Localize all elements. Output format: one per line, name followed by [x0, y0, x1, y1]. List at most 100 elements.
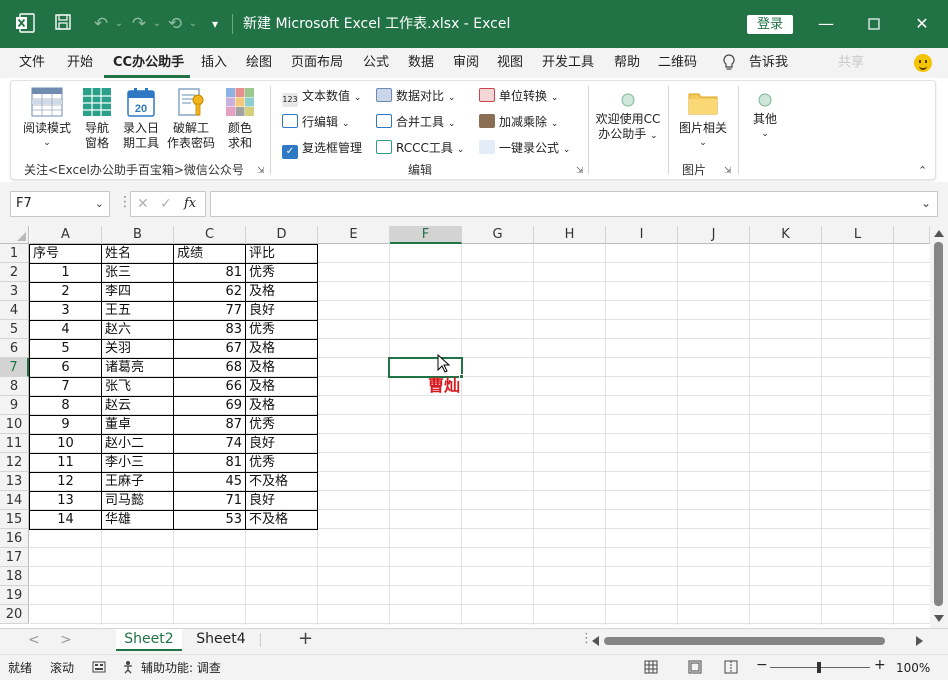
column-header-f[interactable]: F [390, 226, 462, 244]
unit-conversion-button[interactable]: 单位转换 ⌄ [479, 88, 558, 106]
table-cell-index[interactable]: 11 [30, 453, 101, 472]
row-header-5[interactable]: 5 [0, 320, 29, 339]
tab-review[interactable]: 审阅 [453, 55, 479, 71]
table-cell-name[interactable]: 张三 [102, 263, 173, 282]
date-entry-tool-button[interactable]: 20 录入日 期工具 [120, 86, 162, 151]
share-button[interactable]: 共享 [838, 55, 864, 71]
tab-home[interactable]: 开始 [67, 55, 93, 71]
tab-page-layout[interactable]: 页面布局 [291, 55, 343, 71]
row-header-4[interactable]: 4 [0, 301, 29, 320]
table-cell-name[interactable]: 王麻子 [102, 472, 173, 491]
prev-sheet-icon[interactable]: < [28, 630, 40, 650]
table-cell-rating[interactable]: 优秀 [246, 453, 317, 472]
column-header-i[interactable]: I [606, 226, 678, 244]
column-header-d[interactable]: D [246, 226, 318, 244]
format-dropdown-icon[interactable]: ⌄ [182, 13, 204, 35]
tab-developer[interactable]: 开发工具 [542, 55, 594, 71]
navigation-pane-button[interactable]: 导航 窗格 [80, 86, 114, 151]
table-cell-score[interactable]: 81 [174, 263, 245, 282]
table-cell-score[interactable]: 69 [174, 396, 245, 415]
table-cell-rating[interactable]: 及格 [246, 358, 317, 377]
table-cell-index[interactable]: 12 [30, 472, 101, 491]
table-cell-index[interactable]: 6 [30, 358, 101, 377]
table-cell-score[interactable]: 68 [174, 358, 245, 377]
table-cell-score[interactable]: 83 [174, 320, 245, 339]
data-compare-button[interactable]: 数据对比 ⌄ [376, 88, 455, 106]
table-cell-index[interactable]: 5 [30, 339, 101, 358]
row-header-17[interactable]: 17 [0, 548, 29, 567]
accessibility-icon[interactable] [122, 660, 136, 674]
one-click-formula-button[interactable]: 一键录公式 ⌄ [479, 140, 570, 158]
sheet-tab-sheet4[interactable]: Sheet4 [190, 629, 252, 651]
collapse-ribbon-icon[interactable]: ⌃ [918, 164, 927, 177]
table-cell-score[interactable]: 62 [174, 282, 245, 301]
row-header-9[interactable]: 9 [0, 396, 29, 415]
tab-qrcode[interactable]: 二维码 [658, 55, 697, 71]
table-cell-name[interactable]: 赵六 [102, 320, 173, 339]
column-header-g[interactable]: G [462, 226, 534, 244]
table-cell-rating[interactable]: 及格 [246, 377, 317, 396]
tab-help[interactable]: 帮助 [614, 55, 640, 71]
confirm-formula-icon[interactable]: ✓ [160, 195, 172, 213]
minimize-icon[interactable]: — [814, 12, 838, 36]
zoom-out-icon[interactable]: − [756, 657, 768, 673]
table-cell-score[interactable]: 87 [174, 415, 245, 434]
table-cell-index[interactable]: 1 [30, 263, 101, 282]
row-header-7[interactable]: 7 [0, 358, 29, 377]
table-cell-score[interactable]: 45 [174, 472, 245, 491]
table-cell-name[interactable]: 王五 [102, 301, 173, 320]
zoom-level[interactable]: 100% [896, 660, 930, 676]
table-cell-name[interactable]: 赵云 [102, 396, 173, 415]
picture-tools-button[interactable]: 图片相关 ⌄ [676, 86, 730, 151]
reading-mode-button[interactable]: 阅读模式 ⌄ [20, 86, 74, 151]
unlock-sheet-password-button[interactable]: 破解工 作表密码 [166, 86, 216, 151]
table-cell-name[interactable]: 赵小二 [102, 434, 173, 453]
row-header-16[interactable]: 16 [0, 529, 29, 548]
row-header-15[interactable]: 15 [0, 510, 29, 529]
row-header-8[interactable]: 8 [0, 377, 29, 396]
row-header-20[interactable]: 20 [0, 605, 29, 624]
others-button[interactable]: 其他 ⌄ [746, 86, 784, 142]
row-header-11[interactable]: 11 [0, 434, 29, 453]
column-header-k[interactable]: K [750, 226, 822, 244]
insert-function-icon[interactable]: fx [184, 195, 196, 213]
table-cell-rating[interactable]: 优秀 [246, 415, 317, 434]
text-number-button[interactable]: 123 文本数值 ⌄ [282, 88, 361, 107]
scroll-up-icon[interactable] [934, 230, 944, 237]
select-all-corner[interactable] [0, 226, 29, 244]
accessibility-status[interactable]: 辅助功能: 调查 [141, 660, 221, 676]
column-header-h[interactable]: H [534, 226, 606, 244]
table-cell-score[interactable]: 53 [174, 510, 245, 529]
picture-dialog-launcher-icon[interactable]: ⇲ [724, 166, 732, 176]
table-cell-rating[interactable]: 及格 [246, 396, 317, 415]
table-cell-name[interactable]: 李小三 [102, 453, 173, 472]
table-cell-rating[interactable]: 不及格 [246, 510, 317, 529]
table-cell-score[interactable]: 67 [174, 339, 245, 358]
table-cell-index[interactable]: 2 [30, 282, 101, 301]
close-icon[interactable]: ✕ [910, 12, 934, 36]
row-header-2[interactable]: 2 [0, 263, 29, 282]
formula-input[interactable]: ⌄ [210, 191, 938, 217]
table-cell-rating[interactable]: 及格 [246, 339, 317, 358]
table-cell-name[interactable]: 董卓 [102, 415, 173, 434]
zoom-in-icon[interactable]: + [874, 657, 886, 673]
macro-record-icon[interactable] [92, 660, 106, 674]
table-cell-rating[interactable]: 不及格 [246, 472, 317, 491]
table-cell-score[interactable]: 81 [174, 453, 245, 472]
row-header-14[interactable]: 14 [0, 491, 29, 510]
table-cell-score[interactable]: 66 [174, 377, 245, 396]
scroll-down-icon[interactable] [934, 615, 944, 622]
tab-view[interactable]: 视图 [497, 55, 523, 71]
table-cell-index[interactable]: 9 [30, 415, 101, 434]
tab-data[interactable]: 数据 [408, 55, 434, 71]
row-header-10[interactable]: 10 [0, 415, 29, 434]
table-cell-name[interactable]: 李四 [102, 282, 173, 301]
header-cell-score[interactable]: 成绩 [174, 244, 245, 263]
table-cell-index[interactable]: 3 [30, 301, 101, 320]
table-cell-name[interactable]: 关羽 [102, 339, 173, 358]
arithmetic-button[interactable]: 加减乘除 ⌄ [479, 114, 558, 132]
tab-insert[interactable]: 插入 [201, 55, 227, 71]
normal-view-icon[interactable] [644, 660, 658, 674]
table-cell-name[interactable]: 司马懿 [102, 491, 173, 510]
table-cell-rating[interactable]: 优秀 [246, 320, 317, 339]
